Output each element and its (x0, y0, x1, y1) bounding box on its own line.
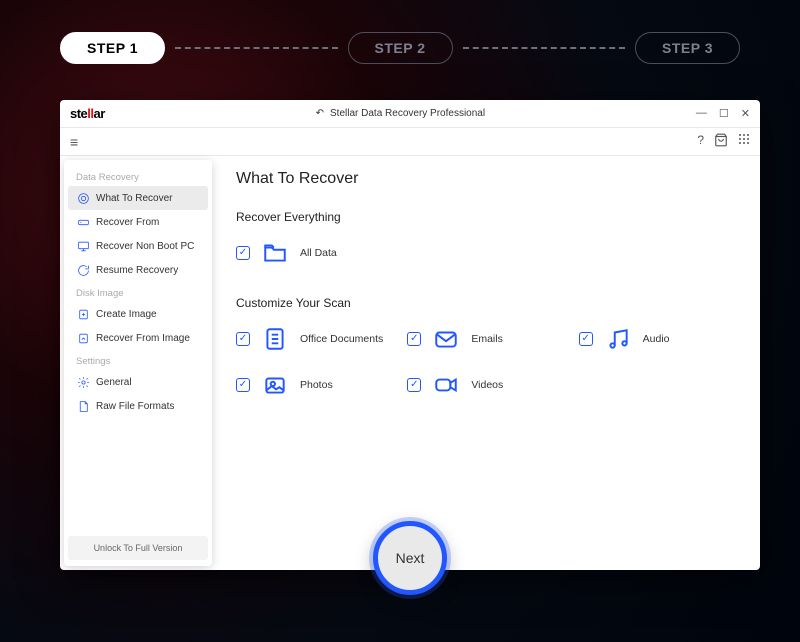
sidebar-item-resume-recovery[interactable]: Resume Recovery (68, 258, 208, 282)
mail-icon (431, 324, 461, 354)
option-label: Office Documents (300, 333, 383, 345)
help-icon[interactable]: ? (697, 133, 704, 150)
target-icon (76, 191, 90, 205)
option-office-documents[interactable]: Office Documents (236, 324, 397, 354)
step-divider-2 (463, 47, 626, 49)
sidebar-item-label: Raw File Formats (96, 401, 174, 412)
apps-icon[interactable] (738, 133, 750, 150)
sidebar-group-data-recovery: Data Recovery (68, 166, 208, 186)
resume-icon (76, 263, 90, 277)
checkbox[interactable] (236, 378, 250, 392)
maximize-button[interactable]: ☐ (719, 107, 729, 120)
main-content: What To Recover Recover Everything All D… (216, 156, 760, 570)
sidebar-item-recover-from[interactable]: Recover From (68, 210, 208, 234)
title-bar: stellar ↶ Stellar Data Recovery Professi… (60, 100, 760, 128)
checkbox[interactable] (579, 332, 593, 346)
file-icon (76, 399, 90, 413)
cart-icon[interactable] (714, 133, 728, 150)
document-icon (260, 324, 290, 354)
option-label: Audio (643, 333, 670, 345)
sidebar-item-what-to-recover[interactable]: What To Recover (68, 186, 208, 210)
window-controls: — ☐ ✕ (696, 107, 750, 120)
close-button[interactable]: ✕ (741, 107, 750, 120)
sidebar-item-label: Resume Recovery (96, 265, 178, 276)
checkbox[interactable] (236, 246, 250, 260)
create-image-icon (76, 307, 90, 321)
checkbox[interactable] (407, 378, 421, 392)
sidebar-group-disk-image: Disk Image (68, 282, 208, 302)
sidebar-item-label: Recover Non Boot PC (96, 241, 194, 252)
option-videos[interactable]: Videos (407, 370, 568, 400)
gear-icon (76, 375, 90, 389)
sidebar-item-recover-non-boot[interactable]: Recover Non Boot PC (68, 234, 208, 258)
window-title-text: Stellar Data Recovery Professional (330, 108, 485, 119)
sidebar-item-label: Create Image (96, 309, 157, 320)
undo-icon[interactable]: ↶ (316, 108, 324, 119)
sidebar-item-label: General (96, 377, 132, 388)
music-icon (603, 324, 633, 354)
option-photos[interactable]: Photos (236, 370, 397, 400)
option-audio[interactable]: Audio (579, 324, 740, 354)
sidebar-item-recover-from-image[interactable]: Recover From Image (68, 326, 208, 350)
minimize-button[interactable]: — (696, 107, 707, 120)
toolbar: ≡ ? (60, 128, 760, 156)
sidebar-item-raw-file-formats[interactable]: Raw File Formats (68, 394, 208, 418)
option-emails[interactable]: Emails (407, 324, 568, 354)
drive-icon (76, 215, 90, 229)
sidebar-item-label: Recover From Image (96, 333, 190, 344)
sidebar-group-settings: Settings (68, 350, 208, 370)
step-divider-1 (175, 47, 338, 49)
window-title: ↶ Stellar Data Recovery Professional (105, 108, 696, 119)
menu-toggle-icon[interactable]: ≡ (70, 134, 78, 150)
step-3-pill[interactable]: STEP 3 (635, 32, 740, 64)
checkbox[interactable] (236, 332, 250, 346)
stepper: STEP 1 STEP 2 STEP 3 (0, 0, 800, 84)
checkbox[interactable] (407, 332, 421, 346)
option-label: Emails (471, 333, 503, 345)
option-label: Videos (471, 379, 503, 391)
next-button[interactable]: Next (373, 521, 447, 595)
sidebar-item-label: What To Recover (96, 193, 173, 204)
section-recover-everything: Recover Everything (236, 210, 740, 224)
step-2-pill[interactable]: STEP 2 (348, 32, 453, 64)
step-1-pill[interactable]: STEP 1 (60, 32, 165, 64)
sidebar-item-general[interactable]: General (68, 370, 208, 394)
video-icon (431, 370, 461, 400)
section-customize-scan: Customize Your Scan (236, 296, 740, 310)
sidebar: Data Recovery What To Recover Recover Fr… (64, 160, 212, 566)
sidebar-item-label: Recover From (96, 217, 159, 228)
unlock-full-version-button[interactable]: Unlock To Full Version (68, 536, 208, 560)
photos-icon (260, 370, 290, 400)
option-label: All Data (300, 247, 337, 259)
app-window: stellar ↶ Stellar Data Recovery Professi… (60, 100, 760, 570)
app-logo: stellar (70, 106, 105, 121)
sidebar-item-create-image[interactable]: Create Image (68, 302, 208, 326)
recover-image-icon (76, 331, 90, 345)
monitor-icon (76, 239, 90, 253)
option-label: Photos (300, 379, 333, 391)
folder-icon (260, 238, 290, 268)
option-all-data[interactable]: All Data (236, 238, 740, 268)
page-heading: What To Recover (236, 170, 740, 188)
